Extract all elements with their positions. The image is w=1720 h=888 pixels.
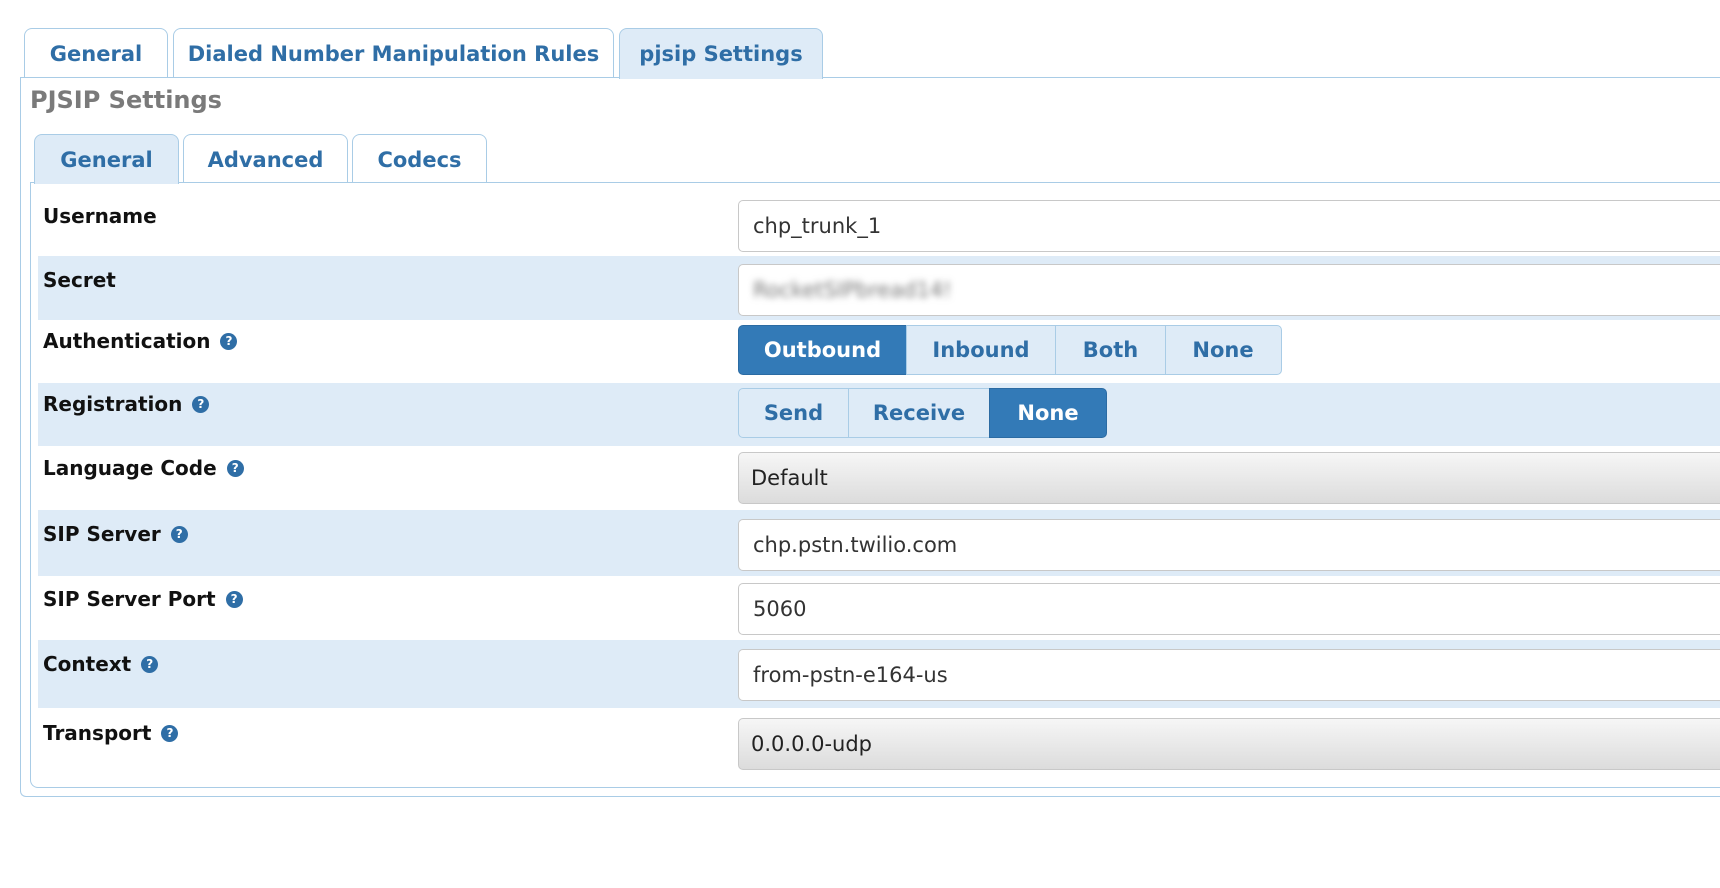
subtab-advanced[interactable]: Advanced bbox=[183, 134, 348, 184]
context-value: from-pstn-e164-us bbox=[753, 663, 948, 687]
username-label-text: Username bbox=[43, 204, 157, 228]
transport-label: Transport? bbox=[43, 721, 179, 745]
transport-label-text: Transport bbox=[43, 721, 152, 745]
sip-server-label: SIP Server? bbox=[43, 522, 188, 546]
sip-server-port-help-icon[interactable]: ? bbox=[225, 590, 243, 608]
language-code-select[interactable]: Default bbox=[738, 452, 1720, 504]
transport-select[interactable]: 0.0.0.0-udp bbox=[738, 718, 1720, 770]
sip-server-value: chp.pstn.twilio.com bbox=[753, 533, 958, 557]
registration-button-group: Send Receive None bbox=[738, 388, 1107, 438]
language-code-value: Default bbox=[751, 466, 828, 490]
registration-send-button[interactable]: Send bbox=[738, 388, 849, 438]
subtab-general[interactable]: General bbox=[34, 134, 179, 184]
context-input[interactable]: from-pstn-e164-us bbox=[738, 649, 1720, 701]
sip-server-port-label-text: SIP Server Port bbox=[43, 587, 216, 611]
secret-input[interactable]: RocketSIPbread14! bbox=[738, 264, 1720, 316]
registration-label-text: Registration bbox=[43, 392, 183, 416]
authentication-inbound-button[interactable]: Inbound bbox=[905, 325, 1057, 375]
registration-help-icon[interactable]: ? bbox=[192, 395, 210, 413]
registration-label: Registration? bbox=[43, 392, 210, 416]
sip-server-input[interactable]: chp.pstn.twilio.com bbox=[738, 519, 1720, 571]
sip-server-port-input[interactable]: 5060 bbox=[738, 583, 1720, 635]
secret-label-text: Secret bbox=[43, 268, 116, 292]
registration-receive-button[interactable]: Receive bbox=[847, 388, 991, 438]
registration-none-button[interactable]: None bbox=[989, 388, 1107, 438]
sip-server-port-label: SIP Server Port? bbox=[43, 587, 243, 611]
transport-help-icon[interactable]: ? bbox=[161, 724, 179, 742]
secret-label: Secret bbox=[43, 268, 116, 292]
context-help-icon[interactable]: ? bbox=[141, 655, 159, 673]
sip-server-port-value: 5060 bbox=[753, 597, 807, 621]
sip-server-help-icon[interactable]: ? bbox=[170, 525, 188, 543]
subtab-codecs[interactable]: Codecs bbox=[352, 134, 487, 184]
language-code-help-icon[interactable]: ? bbox=[226, 459, 244, 477]
context-label: Context? bbox=[43, 652, 159, 676]
language-code-label-text: Language Code bbox=[43, 456, 217, 480]
username-label: Username bbox=[43, 204, 157, 228]
context-label-text: Context bbox=[43, 652, 132, 676]
tab-pjsip-settings[interactable]: pjsip Settings bbox=[619, 28, 823, 79]
sip-server-label-text: SIP Server bbox=[43, 522, 161, 546]
authentication-label: Authentication? bbox=[43, 329, 238, 353]
authentication-button-group: Outbound Inbound Both None bbox=[738, 325, 1282, 375]
transport-value: 0.0.0.0-udp bbox=[751, 732, 873, 756]
authentication-help-icon[interactable]: ? bbox=[220, 332, 238, 350]
tab-dialed-number-manipulation-rules[interactable]: Dialed Number Manipulation Rules bbox=[173, 28, 614, 78]
authentication-none-button[interactable]: None bbox=[1164, 325, 1282, 375]
language-code-label: Language Code? bbox=[43, 456, 244, 480]
username-value: chp_trunk_1 bbox=[753, 214, 882, 238]
section-title: PJSIP Settings bbox=[30, 86, 222, 114]
authentication-both-button[interactable]: Both bbox=[1055, 325, 1166, 375]
username-input[interactable]: chp_trunk_1 bbox=[738, 200, 1720, 252]
tab-general[interactable]: General bbox=[24, 28, 168, 78]
authentication-label-text: Authentication bbox=[43, 329, 211, 353]
secret-value: RocketSIPbread14! bbox=[753, 278, 952, 302]
authentication-outbound-button[interactable]: Outbound bbox=[738, 325, 907, 375]
